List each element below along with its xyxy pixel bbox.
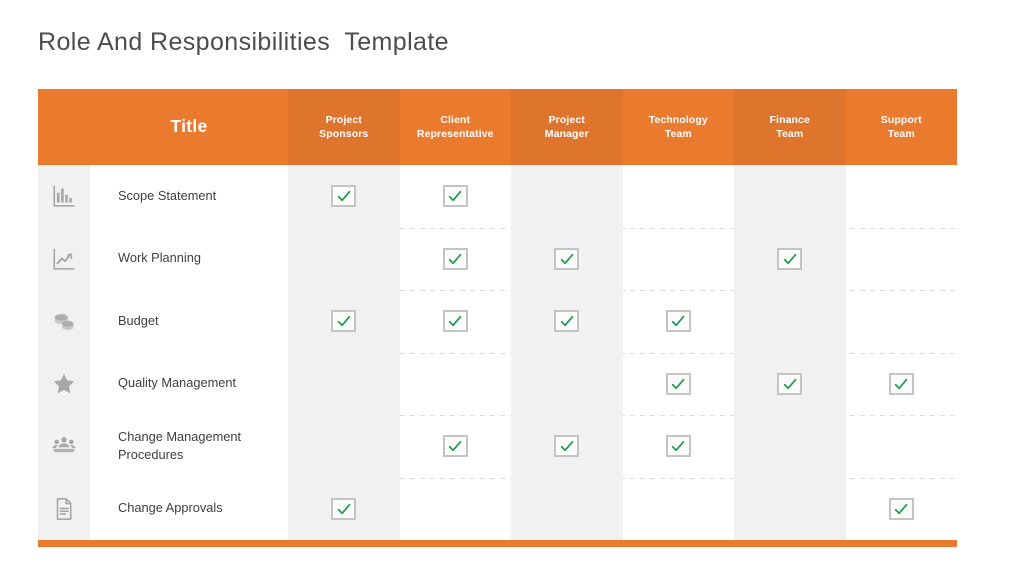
cell-client-representative[interactable] bbox=[400, 353, 512, 416]
row-label-cell: Change Approvals bbox=[90, 477, 288, 540]
cell-support-team[interactable] bbox=[846, 290, 958, 353]
row-label: Change Management Procedures bbox=[118, 428, 242, 463]
cell-finance-team[interactable] bbox=[734, 415, 846, 478]
cell-support-team[interactable] bbox=[846, 353, 958, 416]
column-header-project-sponsors: Project Sponsors bbox=[288, 89, 400, 165]
checkbox-checked-icon[interactable] bbox=[665, 310, 691, 333]
row-icon-cell bbox=[38, 290, 90, 353]
cell-technology-team[interactable] bbox=[623, 415, 735, 478]
cell-project-sponsors[interactable] bbox=[288, 227, 400, 290]
cell-finance-team[interactable] bbox=[734, 290, 846, 353]
row-icon-cell bbox=[38, 165, 90, 228]
table-body: Scope Statement Work Planning Budget Qualit… bbox=[38, 165, 957, 540]
slide-canvas: Role And Responsibilities Template Title… bbox=[0, 0, 1024, 576]
checkbox-checked-icon[interactable] bbox=[665, 435, 691, 458]
row-label: Scope Statement bbox=[118, 187, 217, 203]
line-graph-icon bbox=[51, 246, 77, 272]
row-label-cell: Budget bbox=[90, 290, 288, 353]
checkbox-checked-icon[interactable] bbox=[331, 185, 357, 208]
cell-finance-team[interactable] bbox=[734, 165, 846, 228]
checkbox-checked-icon[interactable] bbox=[331, 497, 357, 520]
cell-support-team[interactable] bbox=[846, 478, 958, 541]
cell-client-representative[interactable] bbox=[400, 290, 512, 353]
column-header-client-representative: Client Representative bbox=[416, 113, 494, 140]
people-group-icon bbox=[51, 433, 77, 459]
column-header-support-team: Support Team bbox=[880, 113, 922, 140]
column-header-technology-team: Technology Team bbox=[648, 113, 708, 140]
header-column-group: Project Sponsors Client Representative Pro… bbox=[288, 89, 957, 165]
table-row: Work Planning bbox=[38, 227, 958, 291]
cell-project-manager[interactable] bbox=[511, 290, 623, 353]
coins-icon bbox=[51, 308, 77, 334]
table-row: Change Management Procedures bbox=[38, 415, 957, 478]
cell-project-manager[interactable] bbox=[511, 415, 623, 478]
row-label: Change Approvals bbox=[118, 500, 223, 516]
column-header-finance-team: Finance Team bbox=[734, 89, 846, 165]
table-row: Budget bbox=[38, 290, 957, 353]
row-icon-cell bbox=[38, 477, 90, 540]
row-label: Quality Management bbox=[118, 375, 237, 391]
document-icon bbox=[51, 496, 77, 522]
cell-client-representative[interactable] bbox=[400, 415, 512, 478]
row-icon-cell bbox=[38, 415, 90, 478]
table-row: Quality Management bbox=[38, 352, 958, 416]
row-label-cell: Quality Management bbox=[90, 352, 288, 415]
cell-project-manager[interactable] bbox=[511, 477, 623, 540]
checkbox-checked-icon[interactable] bbox=[777, 372, 803, 395]
cell-project-manager[interactable] bbox=[511, 352, 623, 415]
star-icon bbox=[51, 371, 77, 397]
checkbox-checked-icon[interactable] bbox=[442, 185, 468, 208]
header-title: Title bbox=[170, 116, 208, 137]
row-icon-cell bbox=[38, 227, 90, 290]
row-label: Work Planning bbox=[118, 250, 201, 266]
checkbox-checked-icon[interactable] bbox=[777, 247, 803, 270]
row-label: Budget bbox=[118, 312, 159, 328]
column-header-project-manager: Project Manager bbox=[511, 89, 623, 165]
cell-technology-team[interactable] bbox=[623, 228, 735, 291]
cell-client-representative[interactable] bbox=[400, 478, 512, 541]
checkbox-checked-icon[interactable] bbox=[665, 372, 691, 395]
cell-technology-team[interactable] bbox=[623, 165, 735, 228]
cell-client-representative[interactable] bbox=[400, 165, 512, 228]
cell-finance-team[interactable] bbox=[734, 227, 846, 290]
cell-support-team[interactable] bbox=[846, 165, 958, 228]
row-label-cell: Scope Statement bbox=[90, 165, 288, 228]
cell-project-manager[interactable] bbox=[511, 165, 623, 228]
cell-project-sponsors[interactable] bbox=[288, 165, 400, 228]
checkbox-checked-icon[interactable] bbox=[442, 310, 468, 333]
checkbox-checked-icon[interactable] bbox=[442, 247, 468, 270]
checkbox-checked-icon[interactable] bbox=[442, 435, 468, 458]
checkbox-checked-icon[interactable] bbox=[331, 310, 357, 333]
cell-project-manager[interactable] bbox=[511, 227, 623, 290]
table-row: Scope Statement bbox=[38, 165, 957, 228]
page-title: Role And Responsibilities Template bbox=[38, 28, 449, 56]
checkbox-checked-icon[interactable] bbox=[888, 497, 914, 520]
cell-project-sponsors[interactable] bbox=[288, 290, 400, 353]
row-label-cell: Change Management Procedures bbox=[90, 415, 288, 478]
cell-technology-team[interactable] bbox=[623, 353, 735, 416]
responsibilities-matrix: Title Project Sponsors Client Representat… bbox=[38, 89, 957, 547]
cell-support-team[interactable] bbox=[846, 228, 958, 291]
row-icon-cell bbox=[38, 352, 90, 415]
header-icon-spacer bbox=[38, 89, 90, 165]
cell-technology-team[interactable] bbox=[623, 290, 735, 353]
cell-support-team[interactable] bbox=[846, 415, 958, 478]
cell-finance-team[interactable] bbox=[734, 477, 846, 540]
bar-chart-icon bbox=[51, 183, 77, 209]
table-header-row: Title Project Sponsors Client Representat… bbox=[38, 89, 957, 165]
table-row: Change Approvals bbox=[38, 477, 958, 541]
cell-finance-team[interactable] bbox=[734, 352, 846, 415]
checkbox-checked-icon[interactable] bbox=[888, 372, 914, 395]
checkbox-checked-icon[interactable] bbox=[554, 247, 580, 270]
cell-project-sponsors[interactable] bbox=[288, 477, 400, 540]
cell-client-representative[interactable] bbox=[400, 228, 512, 291]
cell-technology-team[interactable] bbox=[623, 478, 735, 541]
checkbox-checked-icon[interactable] bbox=[554, 435, 580, 458]
table-footer-bar bbox=[38, 540, 957, 547]
cell-project-sponsors[interactable] bbox=[288, 352, 400, 415]
checkbox-checked-icon[interactable] bbox=[554, 310, 580, 333]
cell-project-sponsors[interactable] bbox=[288, 415, 400, 478]
row-label-cell: Work Planning bbox=[90, 227, 288, 290]
